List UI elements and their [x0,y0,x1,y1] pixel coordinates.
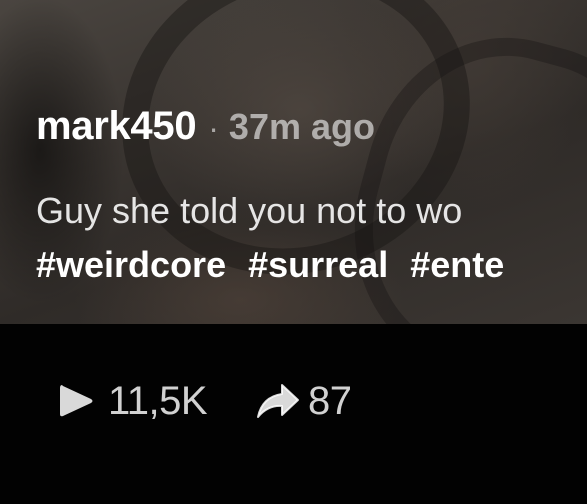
meta-separator: · [208,110,219,146]
views-stat[interactable]: 11,5K [56,376,208,426]
stats-action-bar: 11,5K 87 [0,324,587,504]
hashtag-ente[interactable]: #ente [410,244,504,285]
hashtag-weirdcore[interactable]: #weirdcore [36,244,226,285]
share-arrow-icon [256,381,299,421]
post-time: 37m ago [228,106,375,147]
video-post-screen: mark450 · 37m ago Guy she told you not t… [0,0,587,504]
hashtag-list: #weirdcore #surreal #ente [36,244,516,286]
hashtag-surreal[interactable]: #surreal [248,244,388,285]
share-button[interactable]: 87 [256,376,352,426]
post-caption-text[interactable]: Guy she told you not to wo [36,190,462,232]
post-meta-row: mark450 · 37m ago [36,104,375,149]
play-icon [56,381,96,421]
post-caption-area: mark450 · 37m ago Guy she told you not t… [0,0,587,324]
views-count: 11,5K [108,378,208,423]
username-link[interactable]: mark450 [36,104,197,149]
shares-count: 87 [308,378,352,423]
